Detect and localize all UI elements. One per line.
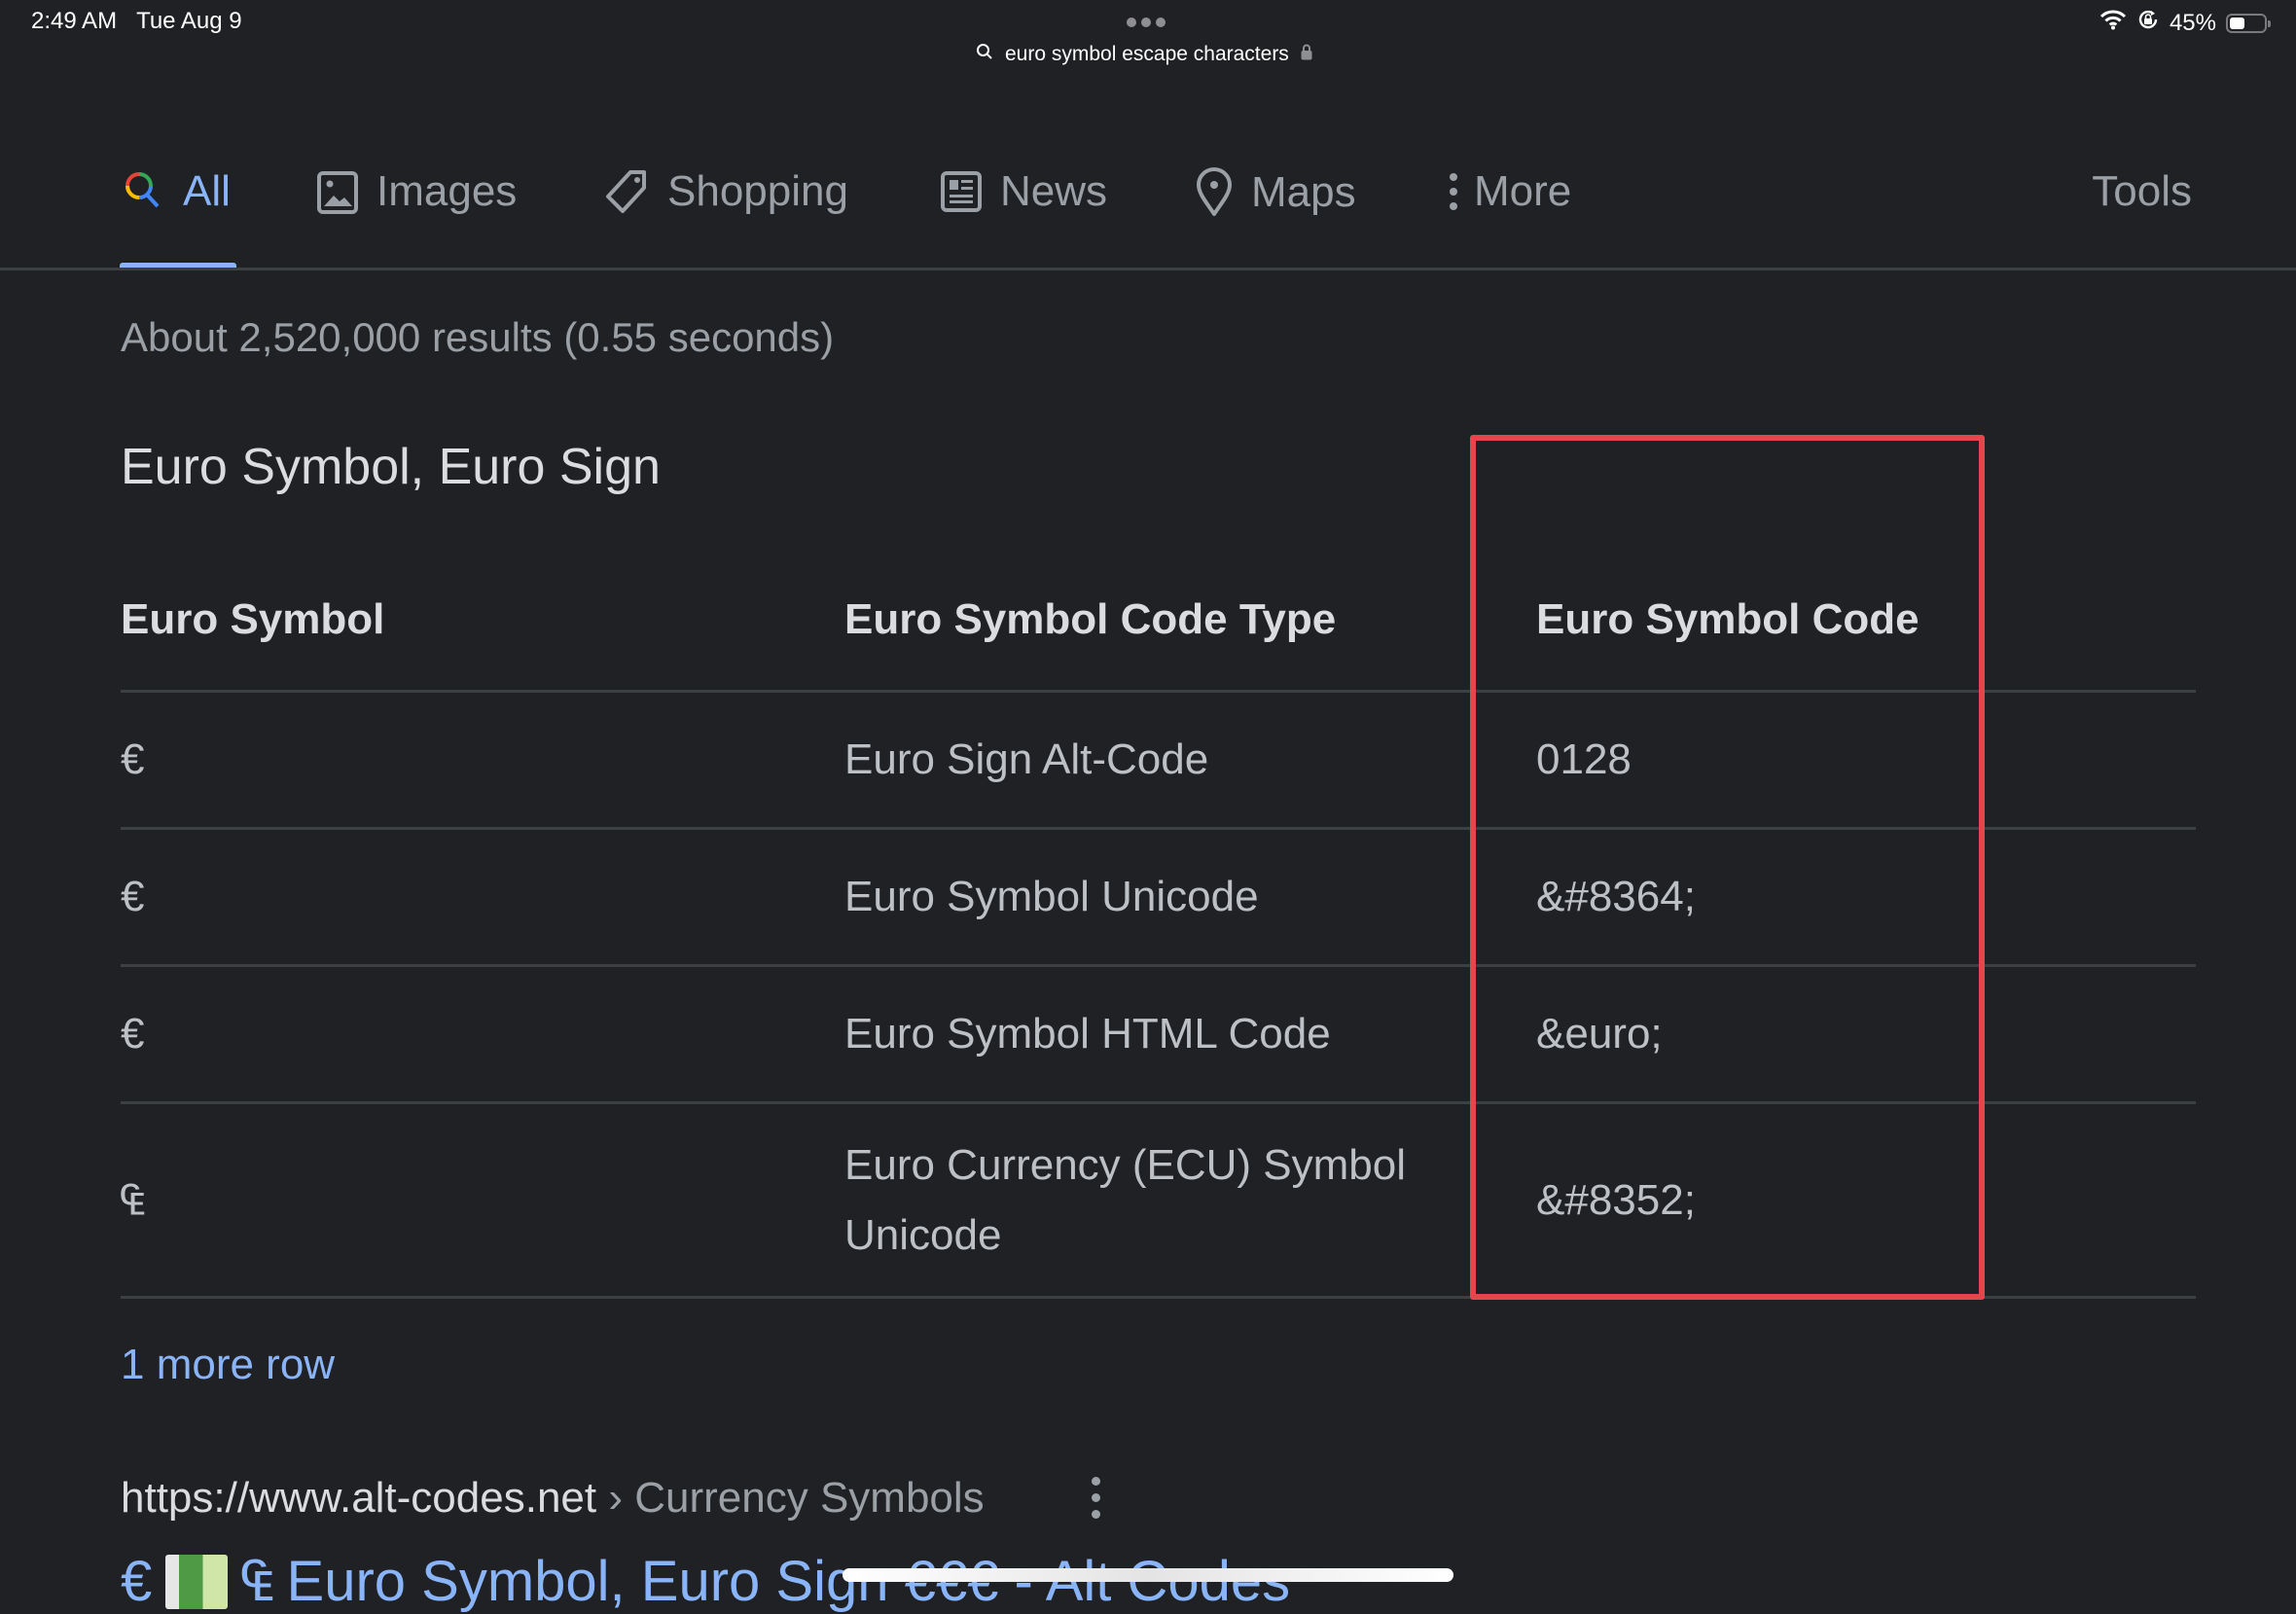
tab-images-label: Images <box>377 167 518 215</box>
table-row: € Euro Symbol Unicode &#8364; <box>121 828 2196 967</box>
image-icon <box>316 169 359 214</box>
column-header-code: Euro Symbol Code <box>1536 550 2196 693</box>
tools-button[interactable]: Tools <box>2092 167 2192 216</box>
featured-snippet-title: Euro Symbol, Euro Sign <box>121 439 661 495</box>
lock-icon <box>1301 43 1312 66</box>
table-row: € Euro Symbol HTML Code &euro; <box>121 965 2196 1104</box>
tab-more[interactable]: More <box>1447 167 1571 216</box>
search-tabs: All Images Shopping News Maps More <box>0 156 2296 269</box>
map-pin-icon <box>1195 167 1234 218</box>
battery-percent: 45% <box>2169 9 2216 36</box>
tab-maps[interactable]: Maps <box>1195 167 1356 218</box>
cell-code-type: Euro Sign Alt-Code <box>844 691 1536 830</box>
address-bar[interactable]: euro symbol escape characters <box>976 43 1312 66</box>
euro-sign-glyph: € <box>121 1550 153 1613</box>
column-header-symbol: Euro Symbol <box>121 550 844 693</box>
google-search-icon <box>121 169 165 214</box>
cell-symbol: € <box>121 828 844 967</box>
column-header-code-type: Euro Symbol Code Type <box>844 550 1536 693</box>
ecu-sign-glyph: ₠ <box>241 1550 273 1613</box>
euro-codes-table: Euro Symbol Euro Symbol Code Type Euro S… <box>121 550 2196 1299</box>
cell-code: &#8364; <box>1536 828 2196 967</box>
battery-icon <box>2226 13 2271 33</box>
status-bar-indicators: 45% <box>2099 8 2271 38</box>
tab-shopping[interactable]: Shopping <box>605 167 848 216</box>
more-vertical-icon <box>1447 169 1460 214</box>
euro-banknote-icon <box>165 1554 229 1609</box>
cell-symbol: ₠ <box>121 1102 844 1299</box>
cell-code-type: Euro Symbol HTML Code <box>844 965 1536 1104</box>
address-query: euro symbol escape characters <box>1005 43 1289 65</box>
tab-more-label: More <box>1474 167 1572 215</box>
tabs-divider <box>0 268 2296 270</box>
result-url-breadcrumb: › Currency Symbols <box>608 1474 985 1522</box>
cell-code-type: Euro Symbol Unicode <box>844 828 1536 967</box>
table-header-row: Euro Symbol Euro Symbol Code Type Euro S… <box>121 550 2196 693</box>
tab-all[interactable]: All <box>121 167 231 216</box>
cell-symbol: € <box>121 691 844 830</box>
table-row: ₠ Euro Currency (ECU) Symbol Unicode &#8… <box>121 1102 2196 1299</box>
home-indicator[interactable] <box>843 1568 1453 1582</box>
orientation-lock-icon <box>2136 8 2160 38</box>
cell-code-type: Euro Currency (ECU) Symbol Unicode <box>844 1102 1536 1299</box>
multitasking-dots-icon[interactable] <box>1127 18 1166 27</box>
tag-icon <box>605 168 650 215</box>
newspaper-icon <box>940 170 983 213</box>
result-url-domain: https://www.alt-codes.net <box>121 1474 597 1522</box>
more-rows-link[interactable]: 1 more row <box>121 1341 335 1389</box>
tab-news-label: News <box>1000 167 1108 215</box>
tab-all-label: All <box>183 167 231 215</box>
tab-shopping-label: Shopping <box>667 167 848 215</box>
result-stats: About 2,520,000 results (0.55 seconds) <box>121 314 835 360</box>
table-row: € Euro Sign Alt-Code 0128 <box>121 691 2196 830</box>
result-url[interactable]: https://www.alt-codes.net › Currency Sym… <box>121 1474 985 1523</box>
status-bar-datetime: 2:49 AM Tue Aug 9 <box>31 8 242 35</box>
result-options-icon[interactable] <box>1092 1477 1100 1519</box>
search-icon <box>976 43 993 66</box>
cell-code: &euro; <box>1536 965 2196 1104</box>
cell-code: &#8352; <box>1536 1102 2196 1299</box>
tab-maps-label: Maps <box>1251 168 1356 216</box>
status-time: 2:49 AM <box>31 8 118 34</box>
wifi-icon <box>2099 9 2127 37</box>
status-date: Tue Aug 9 <box>136 8 242 34</box>
tab-news[interactable]: News <box>940 167 1107 216</box>
cell-symbol: € <box>121 965 844 1104</box>
cell-code: 0128 <box>1536 691 2196 830</box>
tab-images[interactable]: Images <box>316 167 517 216</box>
